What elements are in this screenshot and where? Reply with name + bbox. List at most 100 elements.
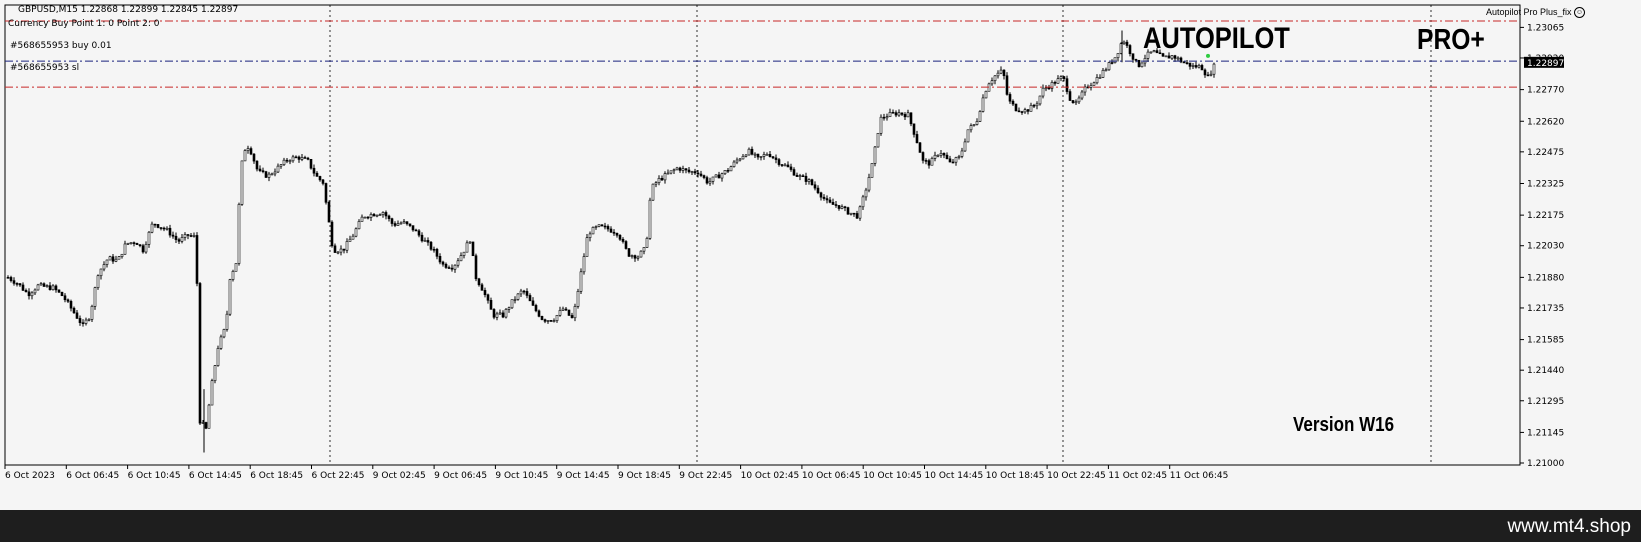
bull-candle-body xyxy=(1209,73,1213,76)
bear-candle-body xyxy=(438,255,442,263)
bear-candle-body xyxy=(312,167,316,174)
bull-candle-body xyxy=(513,299,517,301)
bull-candle-body xyxy=(399,222,403,225)
bull-candle-body xyxy=(291,156,295,162)
price-chart[interactable]: 1.230651.229201.227701.226201.224751.223… xyxy=(0,0,1641,510)
bear-candle-body xyxy=(1047,87,1051,90)
bear-candle-body xyxy=(810,179,814,186)
bull-candle-body xyxy=(498,312,502,315)
bull-candle-body xyxy=(876,132,880,148)
candle xyxy=(576,288,580,309)
bull-candle-body xyxy=(672,169,676,172)
bull-candle-body xyxy=(360,216,364,222)
candle xyxy=(549,320,553,322)
bull-candle-body xyxy=(1038,95,1042,105)
bull-candle-body xyxy=(273,171,277,175)
bear-candle-body xyxy=(1128,45,1132,54)
price-tick-label: 1.22325 xyxy=(1527,179,1564,189)
bull-candle-body xyxy=(969,125,973,131)
candle xyxy=(591,226,595,235)
indicator-name-badge[interactable]: Autopilot Pro Plus_fix ☺ xyxy=(1486,7,1585,19)
bear-candle-body xyxy=(918,142,922,153)
time-tick-label: 6 Oct 2023 xyxy=(5,471,55,481)
candle xyxy=(567,309,571,316)
bull-candle-body xyxy=(96,275,100,289)
bull-candle-body xyxy=(84,319,88,324)
bull-candle-body xyxy=(981,97,985,112)
bull-candle-body xyxy=(45,285,49,287)
bear-candle-body xyxy=(69,301,73,309)
bear-candle-body xyxy=(624,241,628,249)
version-label: Version W16 xyxy=(1293,414,1395,436)
bear-candle-body xyxy=(57,289,61,293)
bull-candle-body xyxy=(339,248,343,253)
bull-candle-body xyxy=(636,256,640,259)
bull-candle-body xyxy=(867,177,871,191)
bear-candle-body xyxy=(855,213,859,219)
bear-candle-body xyxy=(768,154,772,157)
time-tick-label: 9 Oct 02:45 xyxy=(373,471,426,481)
bear-candle-body xyxy=(471,241,475,257)
bear-candle-body xyxy=(1206,74,1210,77)
bull-candle-body xyxy=(51,285,55,291)
pro-plus-brand-text: PRO+ xyxy=(1417,24,1485,56)
bull-candle-body xyxy=(840,206,844,209)
bull-candle-body xyxy=(936,154,940,157)
bear-candle-body xyxy=(417,230,421,236)
bull-candle-body xyxy=(276,165,280,173)
bull-candle-body xyxy=(741,155,745,160)
bear-candle-body xyxy=(177,239,181,242)
bear-candle-body xyxy=(564,308,568,311)
bull-candle-body xyxy=(759,156,763,158)
bear-candle-body xyxy=(162,227,166,230)
candle xyxy=(327,200,331,223)
bear-candle-body xyxy=(534,305,538,312)
bull-candle-body xyxy=(99,268,103,277)
bear-candle-body xyxy=(1032,104,1036,107)
bear-candle-body xyxy=(132,242,136,244)
bull-candle-body xyxy=(1113,57,1117,64)
bull-candle-body xyxy=(858,206,862,219)
bear-candle-body xyxy=(327,202,331,223)
bear-candle-body xyxy=(1188,62,1192,67)
bull-candle-body xyxy=(1074,101,1078,104)
bull-candle-body xyxy=(234,263,238,272)
chart-area[interactable]: 1.230651.229201.227701.226201.224751.223… xyxy=(0,0,1641,510)
bull-candle-body xyxy=(594,226,598,228)
bear-candle-body xyxy=(342,248,346,251)
bear-candle-body xyxy=(813,184,817,189)
bear-candle-body xyxy=(330,221,334,247)
candle xyxy=(1107,61,1111,71)
candle xyxy=(909,112,913,127)
candle xyxy=(225,310,229,332)
bear-candle-body xyxy=(486,294,490,301)
time-tick-label: 9 Oct 14:45 xyxy=(557,471,610,481)
bear-candle-body xyxy=(915,134,919,144)
bull-candle-body xyxy=(1092,82,1096,86)
candle xyxy=(1038,95,1042,106)
bull-candle-body xyxy=(1095,77,1099,84)
bull-candle-body xyxy=(1140,62,1144,68)
plot-frame xyxy=(4,4,1521,466)
bear-candle-body xyxy=(1071,100,1075,103)
bull-candle-body xyxy=(396,223,400,226)
candle xyxy=(876,132,880,148)
price-tick-label: 1.21585 xyxy=(1527,336,1564,346)
bull-candle-body xyxy=(1212,63,1216,75)
bear-candle-body xyxy=(6,277,10,279)
bull-candle-body xyxy=(954,157,958,163)
bull-candle-body xyxy=(807,179,811,182)
bear-candle-body xyxy=(405,221,409,225)
bull-candle-body xyxy=(1056,78,1060,84)
bull-candle-body xyxy=(207,404,211,429)
bear-candle-body xyxy=(411,225,415,231)
bear-candle-body xyxy=(792,169,796,176)
bear-candle-body xyxy=(174,235,178,240)
bull-candle-body xyxy=(879,116,883,134)
bear-candle-body xyxy=(777,159,781,165)
bear-candle-body xyxy=(924,160,928,162)
bear-candle-body xyxy=(324,183,328,203)
candle xyxy=(714,174,718,178)
candle xyxy=(645,236,649,248)
bear-candle-body xyxy=(771,156,775,159)
